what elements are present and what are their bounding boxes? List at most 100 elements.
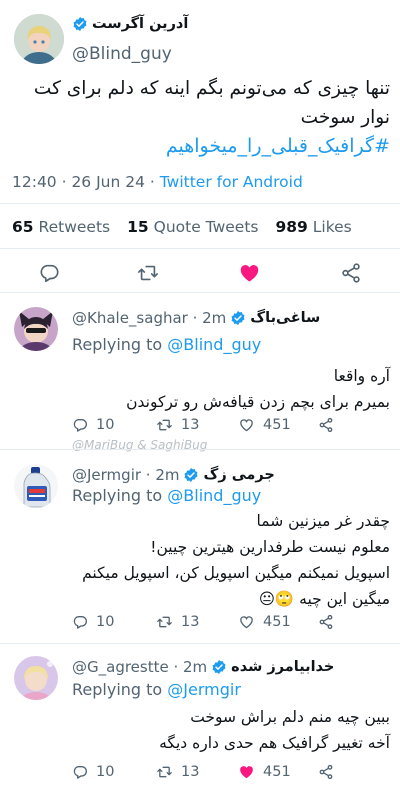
avatar[interactable] bbox=[14, 14, 64, 64]
retweet-button[interactable] bbox=[136, 262, 160, 284]
reply-text-line: آره واقعا bbox=[333, 367, 390, 385]
replying-to-label: Replying to bbox=[72, 680, 163, 699]
tweet-meta: 12:40 · 26 Jun 24 · Twitter for Android bbox=[12, 173, 303, 191]
reply-count: 10 bbox=[96, 417, 115, 433]
replying-to-handle[interactable]: @Jermgir bbox=[167, 680, 241, 699]
like-icon bbox=[240, 419, 253, 432]
replying-to-line: Replying to @Blind_guy bbox=[72, 486, 261, 505]
like-button[interactable]: 451 bbox=[238, 417, 291, 433]
reply-text-line: معلوم نیست طرفدارین هیترین چیین! bbox=[150, 538, 390, 556]
retweet-icon bbox=[157, 766, 172, 778]
tweet-client-link[interactable]: Twitter for Android bbox=[160, 173, 303, 191]
reply-icon bbox=[73, 766, 87, 779]
verified-badge-icon bbox=[231, 311, 245, 325]
reply-text: چقدر غر میزنین شما معلوم نیست طرفدارین ه… bbox=[72, 508, 390, 612]
replying-to-label: Replying to bbox=[72, 486, 163, 505]
reply-text-line: میگین این چیه 🙄😐 bbox=[258, 590, 390, 608]
reply-text-line: آخه تغییر گرافیک هم حدی داره دیگه bbox=[159, 734, 390, 752]
avatar[interactable] bbox=[14, 656, 58, 700]
like-icon-filled bbox=[240, 265, 259, 282]
retweet-count: 13 bbox=[181, 764, 200, 780]
author-name-row: جرمی زگ @Jermgir · 2m bbox=[72, 466, 275, 484]
replying-to-label: Replying to bbox=[72, 335, 163, 354]
author-display-name[interactable]: آدرین آگرست bbox=[92, 16, 188, 32]
reply-button[interactable]: 10 bbox=[72, 417, 114, 433]
replying-to-line: Replying to @Jermgir bbox=[72, 680, 241, 699]
share-icon bbox=[319, 764, 333, 780]
reply-tweet: جرمی زگ @Jermgir · 2m Replying to @Blind… bbox=[0, 450, 400, 642]
retweet-button[interactable]: 13 bbox=[156, 417, 199, 433]
like-button[interactable]: 451 bbox=[238, 614, 291, 630]
author-handle[interactable]: @Blind_guy bbox=[72, 44, 172, 64]
hashtag-link[interactable]: #گرافیک_قبلی_را_میخواهیم bbox=[12, 132, 390, 161]
reply-author-name[interactable]: جرمی زگ bbox=[203, 467, 274, 483]
reply-count: 10 bbox=[96, 614, 115, 630]
reply-text-line: ببین چیه منم دلم براش سوخت bbox=[190, 708, 390, 726]
avatar[interactable] bbox=[14, 307, 58, 351]
replying-to-handle[interactable]: @Blind_guy bbox=[167, 335, 261, 354]
divider bbox=[0, 248, 400, 249]
retweet-icon bbox=[157, 419, 172, 431]
reply-action-bar: 10 13 451 bbox=[0, 614, 400, 634]
retweet-icon bbox=[138, 265, 158, 281]
reply-text-line: چقدر غر میزنین شما bbox=[256, 512, 390, 530]
retweet-count: 13 bbox=[181, 417, 200, 433]
main-tweet: آدرین آگرست @Blind_guy تنها چیزی که می‌ت… bbox=[0, 0, 400, 293]
reply-author-name[interactable]: خدابیامرز شده bbox=[231, 659, 334, 675]
reply-author-handle[interactable]: @Jermgir · 2m bbox=[72, 466, 179, 484]
like-icon-filled bbox=[240, 766, 253, 779]
share-button[interactable] bbox=[318, 764, 334, 780]
reply-tweet: ساغی‌باگ @Khale_saghar · 2m Replying to … bbox=[0, 293, 400, 449]
retweet-count: 13 bbox=[181, 614, 200, 630]
reply-author-handle[interactable]: @Khale_saghar · 2m bbox=[72, 309, 226, 327]
retweet-icon bbox=[157, 616, 172, 628]
reply-button[interactable]: 10 bbox=[72, 614, 114, 630]
replying-to-line: Replying to @Blind_guy bbox=[72, 335, 261, 354]
tweet-timestamp[interactable]: 12:40 · 26 Jun 24 · bbox=[12, 173, 155, 191]
retweet-button[interactable]: 13 bbox=[156, 614, 199, 630]
quote-tweets-stat[interactable]: 15 Quote Tweets bbox=[127, 218, 258, 236]
reply-author-name[interactable]: ساغی‌باگ bbox=[250, 310, 320, 326]
tweet-body: تنها چیزی که می‌تونم بگم اینه که دلم برا… bbox=[33, 78, 390, 128]
share-button[interactable] bbox=[340, 262, 362, 284]
share-icon bbox=[319, 417, 333, 433]
tweet-action-bar bbox=[0, 260, 400, 286]
reply-text-line: اسپویل نمیکنم میگین اسپویل کن، اسپویل می… bbox=[82, 564, 390, 582]
replying-to-handle[interactable]: @Blind_guy bbox=[167, 486, 261, 505]
reply-button[interactable]: 10 bbox=[72, 764, 114, 780]
divider bbox=[0, 203, 400, 204]
author-name-row: خدابیامرز شده @G_agrestte · 2m bbox=[72, 658, 334, 676]
tweet-stats: 65 Retweets 15 Quote Tweets 989 Likes bbox=[12, 218, 352, 236]
share-icon bbox=[342, 263, 360, 283]
reply-action-bar: 10 13 451 bbox=[0, 764, 400, 784]
like-button[interactable] bbox=[238, 262, 261, 284]
reply-count: 10 bbox=[96, 764, 115, 780]
tweet-text: تنها چیزی که می‌تونم بگم اینه که دلم برا… bbox=[12, 74, 390, 161]
verified-badge-icon bbox=[73, 17, 87, 31]
share-button[interactable] bbox=[318, 417, 334, 433]
reply-action-bar: 10 13 451 bbox=[0, 417, 400, 437]
reply-text: ببین چیه منم دلم براش سوخت آخه تغییر گرا… bbox=[72, 704, 390, 756]
reply-icon bbox=[73, 616, 87, 629]
author-name-row: ساغی‌باگ @Khale_saghar · 2m bbox=[72, 309, 320, 327]
like-button[interactable]: 451 bbox=[238, 764, 291, 780]
retweet-button[interactable]: 13 bbox=[156, 764, 199, 780]
like-count: 451 bbox=[263, 614, 291, 630]
reply-tweet: خدابیامرز شده @G_agrestte · 2m Replying … bbox=[0, 644, 400, 795]
like-icon bbox=[240, 616, 253, 629]
verified-badge-icon bbox=[212, 660, 226, 674]
avatar-image bbox=[14, 307, 58, 351]
reply-text-line: بمیرم برای بچم زدن قیافه‌ش رو ترکوندن bbox=[126, 393, 390, 411]
reply-author-handle[interactable]: @G_agrestte · 2m bbox=[72, 658, 207, 676]
verified-badge-icon bbox=[185, 468, 198, 482]
avatar-image bbox=[14, 656, 58, 700]
reply-button[interactable] bbox=[38, 262, 60, 284]
reply-text: آره واقعا بمیرم برای بچم زدن قیافه‌ش رو … bbox=[72, 363, 390, 415]
avatar[interactable] bbox=[14, 464, 58, 508]
like-count: 451 bbox=[263, 764, 291, 780]
likes-stat[interactable]: 989 Likes bbox=[275, 218, 351, 236]
retweets-stat[interactable]: 65 Retweets bbox=[12, 218, 110, 236]
like-count: 451 bbox=[263, 417, 291, 433]
share-button[interactable] bbox=[318, 614, 334, 630]
author-name-row: آدرین آگرست bbox=[72, 16, 188, 32]
